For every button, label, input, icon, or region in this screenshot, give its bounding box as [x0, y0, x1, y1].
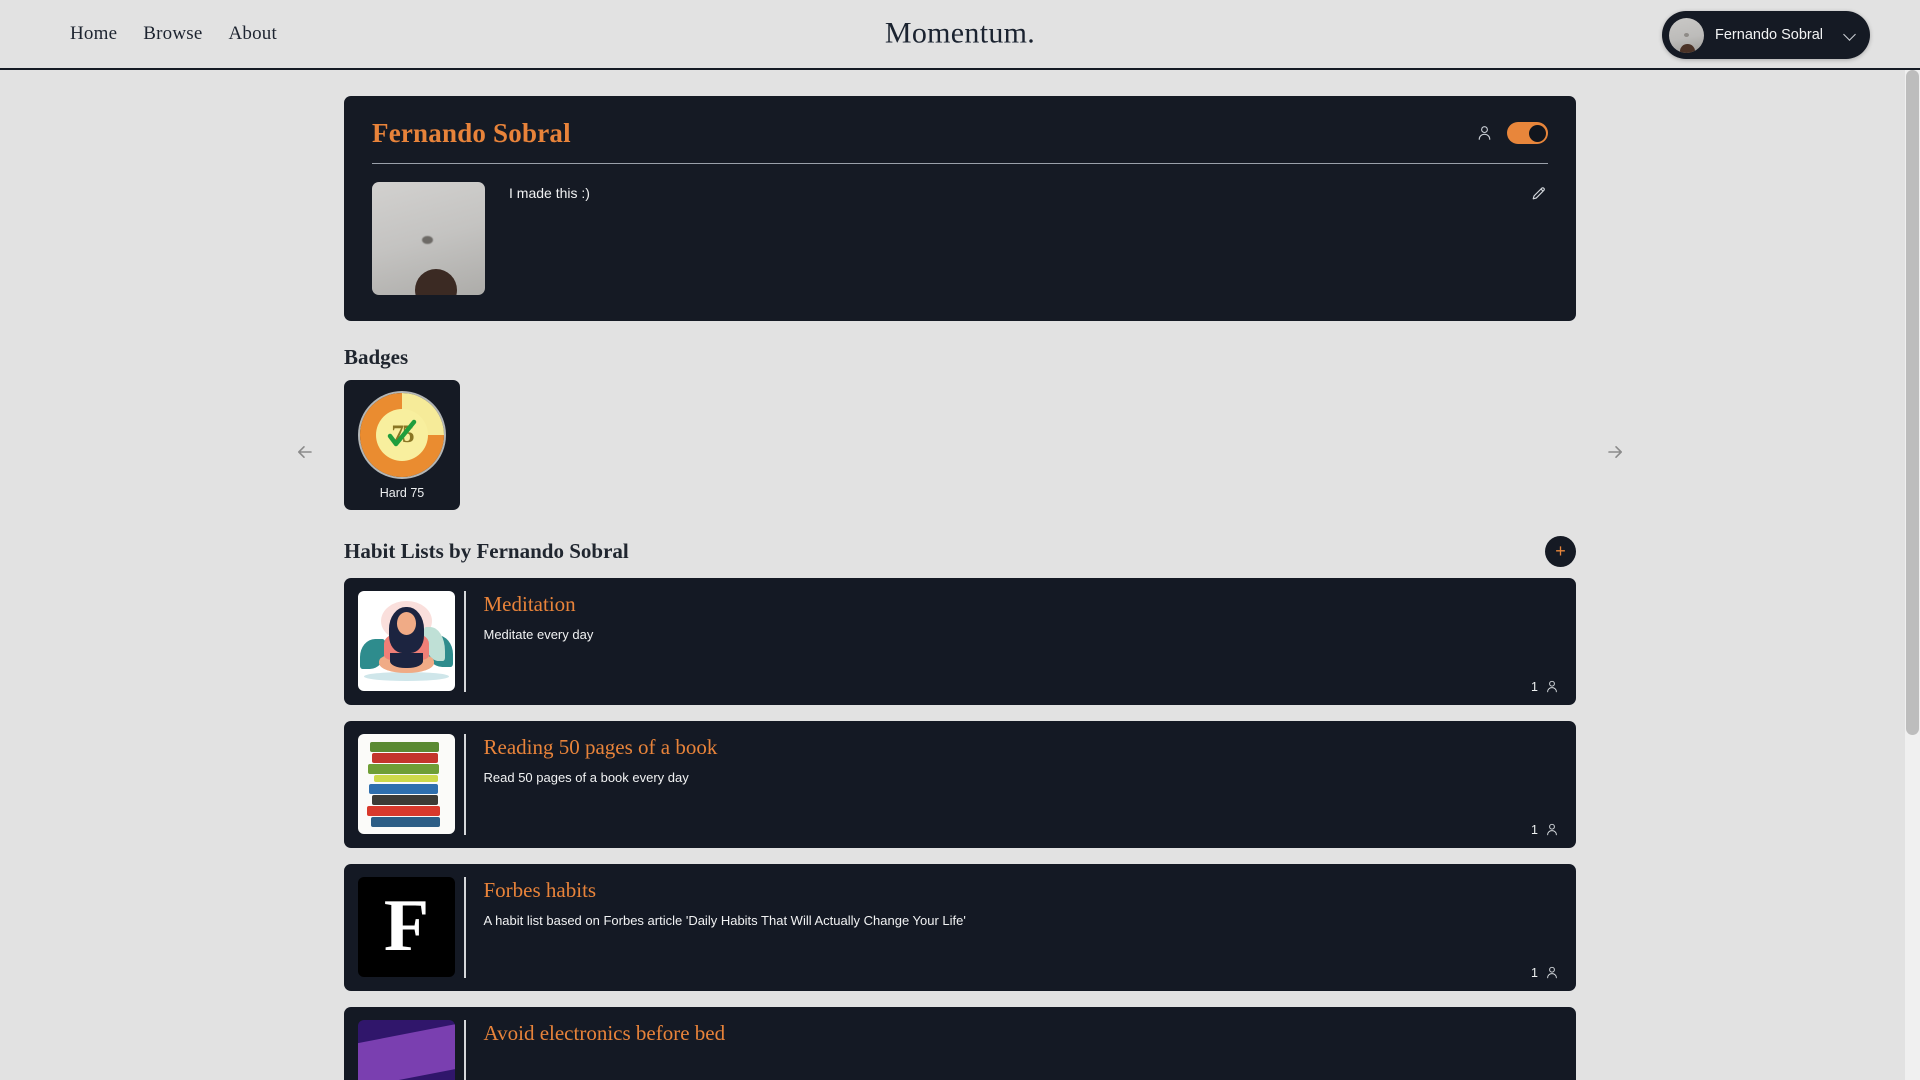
member-count: 1: [1531, 965, 1559, 980]
add-habit-list-button[interactable]: +: [1545, 536, 1576, 568]
profile-card: Fernando Sobral I made this:): [344, 96, 1576, 322]
habit-list-title: Avoid electronics before bed: [483, 1021, 726, 1046]
habit-list-description: Meditate every day: [483, 627, 594, 643]
badge-label: Hard 75: [379, 486, 425, 501]
profile-bio: I made this :): [509, 185, 590, 202]
books-illustration: [358, 734, 455, 835]
badge-card[interactable]: 75 Hard 75: [344, 380, 460, 511]
divider: [464, 591, 466, 693]
habit-list-card[interactable]: Avoid electronics before bed: [344, 1007, 1576, 1080]
primary-nav: Home Browse About: [70, 23, 277, 45]
profile-photo: [372, 182, 485, 296]
content-container: Fernando Sobral I made this:) Badges 75…: [298, 96, 1622, 1080]
habit-list-description: A habit list based on Forbes article 'Da…: [483, 913, 966, 929]
badges-next-button[interactable]: [1597, 434, 1633, 470]
divider: [464, 734, 466, 836]
page-scrollbar[interactable]: [1905, 70, 1920, 1080]
member-count: 1: [1531, 822, 1559, 837]
divider: [464, 877, 466, 979]
person-icon: [1478, 126, 1491, 140]
person-icon: [1547, 966, 1557, 979]
badges-prev-button[interactable]: [287, 434, 323, 470]
arrow-left-icon: [298, 446, 312, 459]
member-count-value: 1: [1531, 822, 1538, 837]
profile-visibility-controls: [1476, 118, 1548, 144]
avatar: [1669, 17, 1704, 53]
habit-list-title: Reading 50 pages of a book: [483, 735, 718, 760]
forbes-logo-letter: F: [383, 885, 430, 968]
badge-ring: 75: [360, 393, 444, 478]
member-count-value: 1: [1531, 965, 1538, 980]
scrollbar-thumb[interactable]: [1906, 70, 1919, 735]
top-navigation-bar: Home Browse About Momentum. Fernando Sob…: [0, 0, 1920, 70]
person-icon: [1547, 680, 1557, 693]
habit-list-card[interactable]: Meditation Meditate every day 1: [344, 578, 1576, 706]
habit-list-description: Read 50 pages of a book every day: [483, 770, 689, 786]
habit-list-card[interactable]: Reading 50 pages of a book Read 50 pages…: [344, 721, 1576, 849]
meditation-illustration: [358, 591, 455, 692]
arrow-right-icon: [1608, 446, 1622, 459]
plus-icon: +: [1555, 540, 1566, 561]
badges-carousel: 75 Hard 75: [298, 380, 1622, 511]
badges-section-title: Badges: [344, 345, 409, 370]
divider: [464, 1020, 466, 1080]
page-scroll-area: Fernando Sobral I made this:) Badges 75…: [0, 70, 1920, 1080]
member-count-value: 1: [1531, 679, 1538, 694]
purple-illustration: [358, 1020, 455, 1080]
habit-lists-title: Habit Lists by Fernando Sobral: [344, 539, 629, 564]
app-brand-title: Momentum.: [884, 16, 1036, 50]
user-menu-button[interactable]: Fernando Sobral: [1662, 11, 1870, 59]
user-menu-label: Fernando Sobral: [1715, 27, 1824, 43]
chevron-down-icon: [1844, 29, 1856, 41]
member-count: 1: [1531, 679, 1559, 694]
person-icon: [1547, 823, 1557, 836]
profile-body: I made this :): [372, 182, 1548, 296]
profile-visibility-toggle[interactable]: [1507, 122, 1548, 144]
habit-lists-header: Habit Lists by Fernando Sobral +: [344, 536, 1576, 568]
nav-link-browse[interactable]: Browse: [143, 23, 202, 45]
nav-link-about[interactable]: About: [228, 23, 277, 45]
habit-list-title: Meditation: [483, 592, 576, 617]
habit-list-title: Forbes habits: [483, 878, 597, 903]
pencil-icon[interactable]: [1530, 184, 1548, 202]
forbes-logo: F: [358, 877, 455, 978]
check-icon: [387, 419, 417, 447]
toggle-knob: [1528, 124, 1546, 142]
habit-list-card[interactable]: F Forbes habits A habit list based on Fo…: [344, 864, 1576, 992]
profile-header: Fernando Sobral: [372, 118, 1548, 165]
nav-link-home[interactable]: Home: [70, 23, 117, 45]
page-title: Fernando Sobral: [372, 118, 571, 148]
